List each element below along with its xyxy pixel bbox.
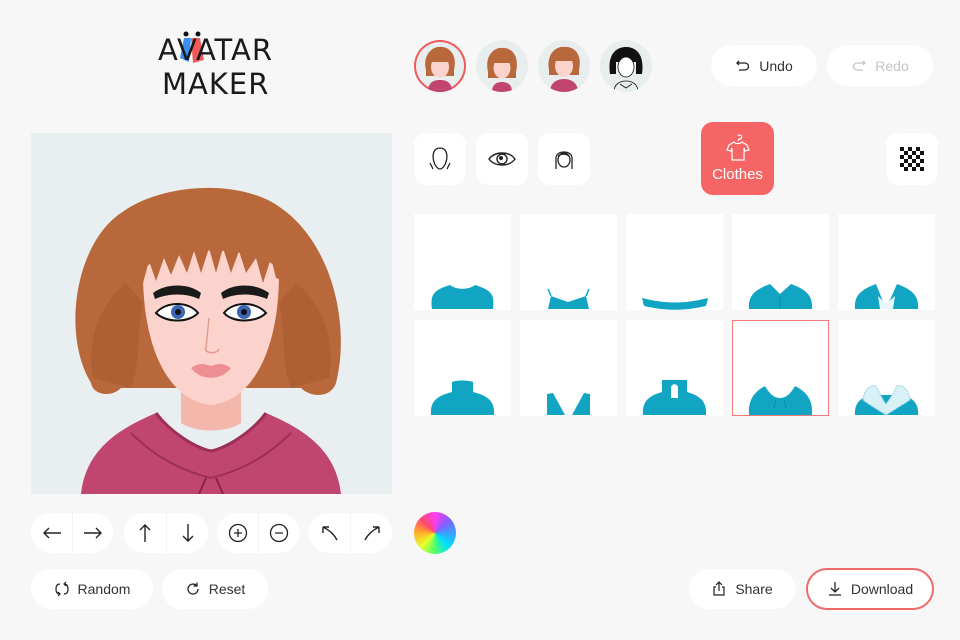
- avatar-thumbnail-icon: [487, 47, 517, 92]
- clothes-item-hoodie[interactable]: [732, 320, 829, 416]
- clothes-item-turtleneck[interactable]: [414, 320, 511, 416]
- vertical-move-group: [124, 513, 208, 553]
- hair-icon: [555, 151, 573, 169]
- avatar-sketch-thumbnail-icon: [609, 47, 643, 92]
- arrow-down-icon: [182, 524, 193, 542]
- zoom-in-icon: [228, 523, 247, 543]
- color-picker-wheel[interactable]: [414, 512, 456, 554]
- undo-icon: [736, 60, 750, 71]
- v-neck-tank-icon: [547, 393, 590, 415]
- undo-label: Undo: [759, 57, 793, 74]
- share-icon: [713, 581, 725, 596]
- zoom-out-icon: [269, 523, 289, 543]
- eye-icon: [488, 152, 516, 166]
- download-icon: [828, 582, 841, 596]
- clothes-item-strappy-top[interactable]: [520, 214, 617, 310]
- zoom-out-button[interactable]: [258, 513, 299, 553]
- clothes-item-fur-collar-coat[interactable]: [838, 320, 935, 416]
- category-hair[interactable]: [538, 133, 590, 185]
- share-label: Share: [735, 581, 773, 597]
- random-label: Random: [77, 581, 131, 597]
- random-button[interactable]: Random: [31, 569, 153, 609]
- download-button[interactable]: Download: [806, 568, 934, 610]
- random-shuffle-icon: [54, 581, 69, 597]
- rotate-left-button[interactable]: [309, 513, 350, 553]
- rotate-right-button[interactable]: [350, 513, 392, 553]
- strappy-top-icon: [547, 288, 590, 309]
- preset-avatar-4[interactable]: [600, 40, 652, 92]
- avatar-thumbnail-icon: [425, 46, 455, 92]
- crew-neck-top-icon: [431, 285, 494, 309]
- clothes-item-blazer[interactable]: [838, 214, 935, 310]
- blazer-icon: [854, 284, 919, 309]
- redo-label: Redo: [875, 57, 909, 74]
- avatar-canvas: [31, 133, 392, 494]
- rotate-right-icon: [363, 526, 380, 541]
- move-right-button[interactable]: [72, 513, 113, 553]
- clothes-grid: [414, 214, 935, 416]
- reset-button[interactable]: Reset: [162, 569, 268, 609]
- zoom-group: [217, 513, 299, 553]
- rotate-group: [309, 513, 392, 553]
- rotate-left-icon: [321, 526, 338, 541]
- ruffle-top-icon: [642, 298, 708, 310]
- arrow-up-icon: [139, 524, 151, 542]
- category-face[interactable]: [414, 133, 466, 185]
- clothes-item-keyhole-high-neck[interactable]: [626, 320, 723, 416]
- preset-avatar-3[interactable]: [538, 40, 590, 92]
- category-clothes[interactable]: Clothes: [701, 122, 774, 195]
- redo-icon: [853, 60, 867, 71]
- clothes-item-collared-shirt[interactable]: [732, 214, 829, 310]
- clothes-item-crew-neck[interactable]: [414, 214, 511, 310]
- move-down-button[interactable]: [166, 513, 208, 553]
- reset-icon: [187, 582, 199, 595]
- clothes-item-ruffle-off-shoulder[interactable]: [626, 214, 723, 310]
- avatar-preview: [75, 187, 341, 494]
- horizontal-move-group: [31, 513, 113, 553]
- avatar-thumbnail-icon: [548, 46, 580, 92]
- logo-line-2: MAKER: [162, 67, 270, 101]
- category-clothes-label: Clothes: [712, 166, 763, 183]
- hanger-shirt-icon: [725, 134, 750, 161]
- redo-button[interactable]: Redo: [827, 45, 933, 86]
- reset-label: Reset: [208, 581, 246, 597]
- zoom-in-button[interactable]: [217, 513, 258, 553]
- arrow-left-icon: [42, 527, 61, 539]
- collared-shirt-icon: [748, 284, 813, 309]
- share-button[interactable]: Share: [689, 569, 795, 609]
- category-eyes[interactable]: [476, 133, 528, 185]
- undo-button[interactable]: Undo: [711, 45, 817, 86]
- hoodie-icon: [748, 386, 813, 415]
- download-label: Download: [850, 581, 914, 597]
- logo-line-1: AVATAR: [158, 33, 274, 67]
- fur-collar-coat-icon: [854, 385, 919, 416]
- app-logo: AVATAR MAKER: [158, 31, 272, 104]
- preset-avatar-1[interactable]: [414, 40, 466, 92]
- preset-avatar-2[interactable]: [476, 40, 528, 92]
- turtleneck-icon: [430, 380, 495, 415]
- checkerboard-icon: [900, 147, 924, 171]
- move-up-button[interactable]: [124, 513, 166, 553]
- clothes-item-v-neck-tank[interactable]: [520, 320, 617, 416]
- arrow-right-icon: [84, 527, 102, 539]
- category-background[interactable]: [886, 133, 938, 185]
- face-shape-icon: [429, 147, 451, 170]
- keyhole-top-icon: [642, 380, 707, 415]
- move-left-button[interactable]: [31, 513, 72, 553]
